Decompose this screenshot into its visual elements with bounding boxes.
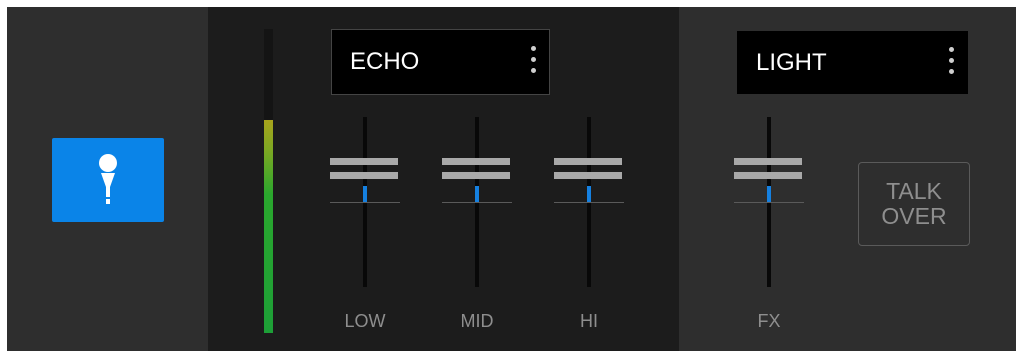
talkover-line2: OVER bbox=[881, 203, 947, 229]
eq-low-label: LOW bbox=[344, 311, 386, 331]
echo-eq-panel: ECHO LOW MID HI bbox=[208, 7, 679, 351]
center-line bbox=[734, 202, 804, 203]
slider-fill bbox=[363, 186, 367, 202]
more-options-icon[interactable] bbox=[949, 47, 955, 81]
more-options-icon[interactable] bbox=[531, 46, 537, 80]
slider-handle[interactable] bbox=[442, 158, 510, 186]
fx-panel: LIGHT FX TALK OVER bbox=[679, 7, 1016, 351]
center-line bbox=[330, 202, 400, 203]
talkover-button[interactable]: TALK OVER bbox=[858, 162, 970, 246]
slider-handle[interactable] bbox=[734, 158, 802, 186]
mic-panel bbox=[7, 7, 208, 351]
slider-fill bbox=[767, 186, 771, 202]
slider-handle[interactable] bbox=[554, 158, 622, 186]
slider-fill bbox=[587, 186, 591, 202]
talkover-line1: TALK bbox=[886, 178, 942, 204]
eq-mid-label: MID bbox=[460, 311, 494, 331]
microphone-icon bbox=[99, 154, 117, 204]
fx-label: FX bbox=[757, 311, 781, 331]
fx-name: LIGHT bbox=[756, 49, 827, 76]
eq-hi-label: HI bbox=[580, 311, 598, 331]
fx-selector[interactable]: LIGHT bbox=[737, 31, 968, 94]
center-line bbox=[442, 202, 512, 203]
slider-handle[interactable] bbox=[330, 158, 398, 186]
level-meter bbox=[264, 29, 273, 333]
slider-fill bbox=[475, 186, 479, 202]
effect-name: ECHO bbox=[350, 48, 420, 75]
level-meter-fill bbox=[264, 120, 273, 333]
effect-selector[interactable]: ECHO bbox=[331, 29, 550, 95]
center-line bbox=[554, 202, 624, 203]
mic-button[interactable] bbox=[52, 138, 164, 222]
